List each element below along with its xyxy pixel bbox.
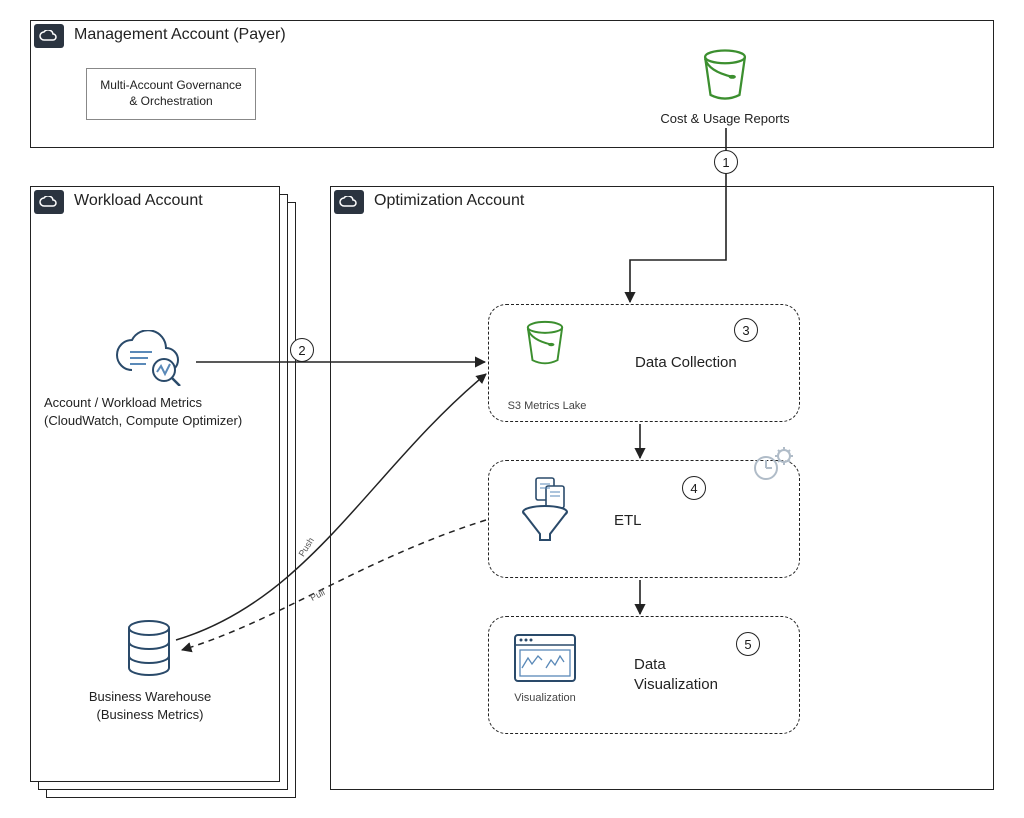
schedule-gear-icon (752, 446, 796, 487)
step-1-badge: 1 (714, 150, 738, 174)
workload-metrics-label: Account / Workload Metrics (CloudWatch, … (44, 394, 270, 429)
data-collection-title: Data Collection (635, 354, 737, 371)
pull-label: Pull (309, 587, 327, 603)
cloud-metrics-icon (110, 330, 190, 391)
database-icon (124, 620, 174, 685)
cloud-icon (34, 24, 64, 48)
cloud-icon (334, 190, 364, 214)
visualization-title: Data Visualization (634, 655, 718, 696)
cur-label: Cost & Usage Reports (640, 110, 810, 128)
s3-metrics-lake-label: S3 Metrics Lake (504, 400, 590, 412)
visualization-icon-label: Visualization (512, 692, 578, 704)
funnel-icon (516, 476, 574, 547)
governance-box: Multi-Account Governance & Orchestration (86, 68, 256, 120)
step-4-badge: 4 (682, 476, 706, 500)
workload-account-title: Workload Account (74, 192, 203, 210)
warehouse-label: Business Warehouse (Business Metrics) (60, 688, 240, 723)
dashboard-icon (514, 634, 576, 689)
s3-bucket-icon (696, 46, 754, 109)
step-3-badge: 3 (734, 318, 758, 342)
management-account-title: Management Account (Payer) (74, 26, 286, 44)
etl-title: ETL (614, 512, 642, 529)
cloud-icon (34, 190, 64, 214)
step-2-badge: 2 (290, 338, 314, 362)
push-label: Push (297, 536, 316, 559)
s3-bucket-icon (520, 318, 570, 373)
optimization-account-title: Optimization Account (374, 192, 524, 210)
step-5-badge: 5 (736, 632, 760, 656)
